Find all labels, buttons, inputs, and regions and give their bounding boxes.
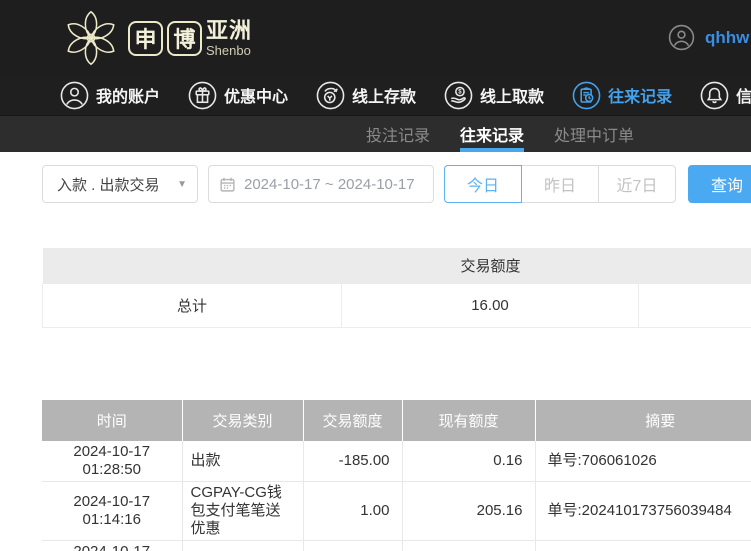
summary-header-row: 交易额度 (43, 248, 751, 283)
nav-label: 我的账户 (96, 83, 160, 107)
today-button[interactable]: 今日 (444, 165, 522, 203)
nav-item-online-withdraw[interactable]: $ 线上取款 (444, 81, 544, 110)
table-row: 2024-10-17 01:14:16 CGPAY支付 200.00 204.1… (42, 540, 751, 551)
cell-memo: 单号:202410173756039484 (535, 481, 751, 540)
cell-time: 2024-10-17 01:14:16 (42, 481, 182, 540)
flower-logo-icon (60, 8, 122, 68)
col-header-time: 时间 (42, 400, 182, 441)
cell-memo: 单号:706061026 (535, 441, 751, 482)
withdraw-hand-icon: $ (444, 81, 473, 110)
last-7-days-button[interactable]: 近7日 (598, 165, 676, 203)
deposit-coin-icon (316, 81, 345, 110)
summary-empty-cell (639, 283, 751, 327)
nav-item-my-account[interactable]: 我的账户 (60, 81, 160, 110)
content-area: 入款 . 出款交易 ▼ 2024-10-17 ~ 2024-10-17 今日 昨… (0, 152, 751, 551)
cell-type: CGPAY支付 (182, 540, 303, 551)
summary-header-cell: 交易额度 (43, 248, 751, 283)
table-row: 2024-10-17 01:14:16 CGPAY-CG钱包支付笔笔送优惠 1.… (42, 481, 751, 540)
promo-gift-icon (188, 81, 217, 110)
logo-char-box: 博 (167, 21, 202, 56)
tab-processing-orders[interactable]: 处理中订单 (554, 116, 634, 152)
calendar-icon (219, 176, 236, 193)
user-area[interactable]: qhhw (668, 24, 749, 51)
main-nav: 我的账户 优惠中心 线上存款 $ (0, 75, 751, 115)
cell-amount: -185.00 (303, 441, 402, 482)
nav-label: 往来记录 (608, 83, 672, 107)
nav-item-messages[interactable]: 信息 (700, 81, 751, 110)
select-value: 入款 . 出款交易 (57, 174, 160, 195)
nav-item-transaction-records[interactable]: 往来记录 (572, 81, 672, 110)
nav-item-online-deposit[interactable]: 线上存款 (316, 81, 416, 110)
site-logo[interactable]: 申 博 亚洲 Shenbo (60, 8, 252, 68)
summary-table: 交易额度 总计 16.00 (42, 248, 751, 328)
col-header-memo: 摘要 (535, 400, 751, 441)
date-range-input[interactable]: 2024-10-17 ~ 2024-10-17 (208, 165, 434, 203)
record-tab-bar: 投注记录 往来记录 处理中订单 (0, 115, 751, 152)
summary-total-row: 总计 16.00 (43, 283, 751, 327)
cell-time: 2024-10-17 01:28:50 (42, 441, 182, 482)
yesterday-button[interactable]: 昨日 (521, 165, 599, 203)
date-range-value: 2024-10-17 ~ 2024-10-17 (244, 176, 415, 193)
avatar-icon (668, 24, 695, 51)
cell-amount: 200.00 (303, 540, 402, 551)
cell-balance: 204.16 (402, 540, 535, 551)
logo-subtitle: Shenbo (206, 44, 252, 57)
tab-bet-records[interactable]: 投注记录 (366, 116, 430, 152)
top-header: 申 博 亚洲 Shenbo qhhw (0, 0, 751, 75)
page: 申 博 亚洲 Shenbo qhhw 我的账户 (0, 0, 751, 551)
transactions-header-row: 时间 交易类别 交易额度 现有额度 摘要 (42, 400, 751, 441)
filter-row: 入款 . 出款交易 ▼ 2024-10-17 ~ 2024-10-17 今日 昨… (0, 152, 751, 203)
search-button[interactable]: 查询 (688, 165, 751, 203)
nav-label: 优惠中心 (224, 83, 288, 107)
cell-time: 2024-10-17 01:14:16 (42, 540, 182, 551)
cell-memo: 单号:202410173756039484 (535, 540, 751, 551)
chevron-down-icon: ▼ (177, 179, 187, 190)
nav-label: 信息 (736, 83, 751, 107)
cell-type: 出款 (182, 441, 303, 482)
logo-region-text: 亚洲 (206, 20, 252, 42)
table-row: 2024-10-17 01:28:50 出款 -185.00 0.16 单号:7… (42, 441, 751, 482)
bell-icon (700, 81, 729, 110)
cell-balance: 205.16 (402, 481, 535, 540)
col-header-balance: 现有额度 (402, 400, 535, 441)
col-header-type: 交易类别 (182, 400, 303, 441)
nav-label: 线上存款 (352, 83, 416, 107)
nav-item-promo-center[interactable]: 优惠中心 (188, 81, 288, 110)
cell-type: CGPAY-CG钱包支付笔笔送优惠 (182, 481, 303, 540)
account-icon (60, 81, 89, 110)
cell-amount: 1.00 (303, 481, 402, 540)
summary-total-label: 总计 (43, 283, 342, 327)
summary-total-value: 16.00 (342, 283, 639, 327)
transaction-type-select[interactable]: 入款 . 出款交易 ▼ (42, 165, 198, 203)
quick-date-button-group: 今日 昨日 近7日 (444, 165, 676, 203)
col-header-amount: 交易额度 (303, 400, 402, 441)
records-clipboard-icon (572, 81, 601, 110)
nav-label: 线上取款 (480, 83, 544, 107)
cell-balance: 0.16 (402, 441, 535, 482)
username-link[interactable]: qhhw (705, 28, 749, 48)
logo-char-box: 申 (128, 21, 163, 56)
transactions-table: 时间 交易类别 交易额度 现有额度 摘要 2024-10-17 01:28:50… (42, 400, 751, 551)
tab-transaction-records[interactable]: 往来记录 (460, 116, 524, 152)
